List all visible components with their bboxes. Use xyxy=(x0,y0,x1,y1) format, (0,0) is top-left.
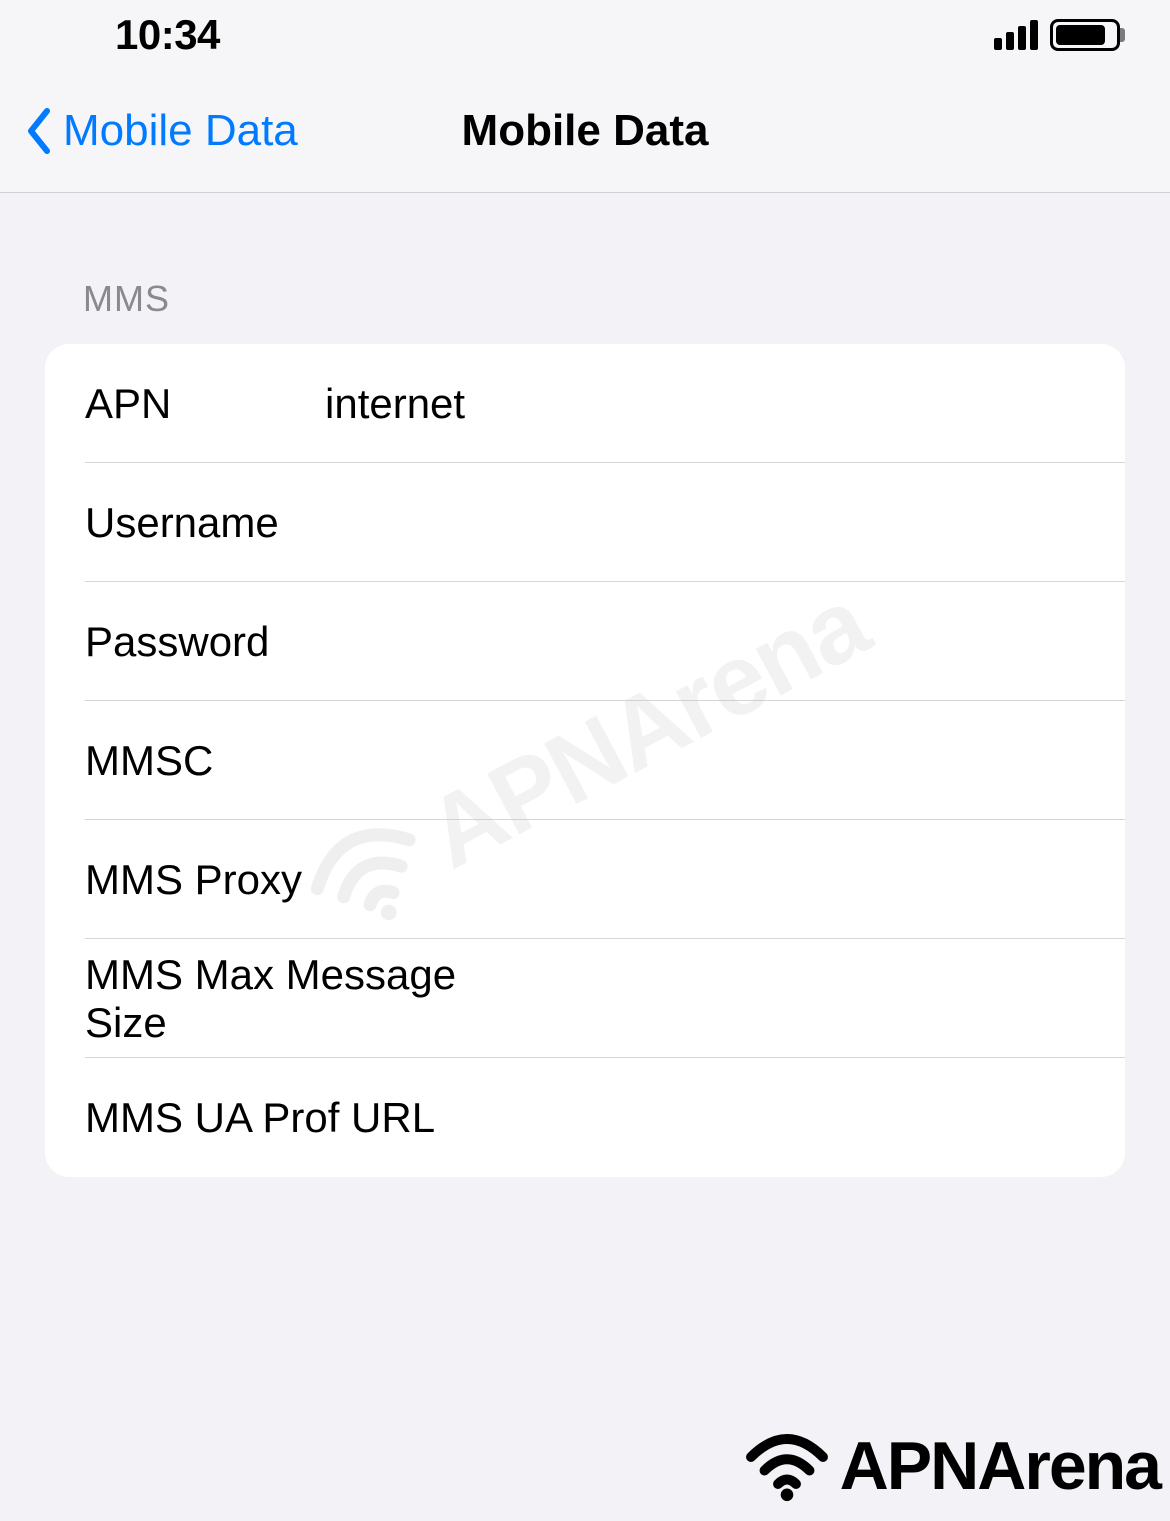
input-apn[interactable] xyxy=(325,380,1085,428)
section-header-mms: MMS xyxy=(83,278,1125,320)
label-apn: APN xyxy=(85,380,325,428)
mms-settings-group: APN Username Password MMSC MMS Proxy MMS… xyxy=(45,344,1125,1177)
input-mms-proxy[interactable] xyxy=(325,856,1085,904)
battery-icon xyxy=(1050,19,1120,51)
row-apn[interactable]: APN xyxy=(45,344,1125,463)
input-mmsc[interactable] xyxy=(325,737,1085,785)
row-mms-max-size[interactable]: MMS Max Message Size xyxy=(45,939,1125,1058)
label-password: Password xyxy=(85,618,325,666)
back-button[interactable]: Mobile Data xyxy=(25,106,298,156)
status-indicators xyxy=(994,19,1120,51)
content-area: MMS APN Username Password MMSC MMS Proxy… xyxy=(0,278,1170,1177)
status-time: 10:34 xyxy=(115,11,220,59)
input-username[interactable] xyxy=(325,499,1085,547)
label-username: Username xyxy=(85,499,325,547)
page-title: Mobile Data xyxy=(462,106,709,156)
back-label: Mobile Data xyxy=(63,106,298,156)
row-mms-ua-prof[interactable]: MMS UA Prof URL xyxy=(45,1058,1125,1177)
row-mmsc[interactable]: MMSC xyxy=(45,701,1125,820)
input-mms-ua-prof[interactable] xyxy=(544,1094,1085,1142)
chevron-left-icon xyxy=(25,107,53,155)
input-password[interactable] xyxy=(325,618,1085,666)
watermark-bottom: APNArena xyxy=(742,1421,1160,1511)
wifi-icon xyxy=(742,1421,832,1511)
row-password[interactable]: Password xyxy=(45,582,1125,701)
status-bar: 10:34 xyxy=(0,0,1170,70)
label-mms-ua-prof: MMS UA Prof URL xyxy=(85,1094,544,1142)
label-mmsc: MMSC xyxy=(85,737,325,785)
label-mms-max-size: MMS Max Message Size xyxy=(85,951,544,1047)
row-mms-proxy[interactable]: MMS Proxy xyxy=(45,820,1125,939)
cellular-signal-icon xyxy=(994,20,1038,50)
watermark-bottom-text: APNArena xyxy=(840,1427,1160,1505)
navigation-bar: Mobile Data Mobile Data xyxy=(0,70,1170,193)
label-mms-proxy: MMS Proxy xyxy=(85,856,325,904)
input-mms-max-size[interactable] xyxy=(544,975,1085,1023)
row-username[interactable]: Username xyxy=(45,463,1125,582)
